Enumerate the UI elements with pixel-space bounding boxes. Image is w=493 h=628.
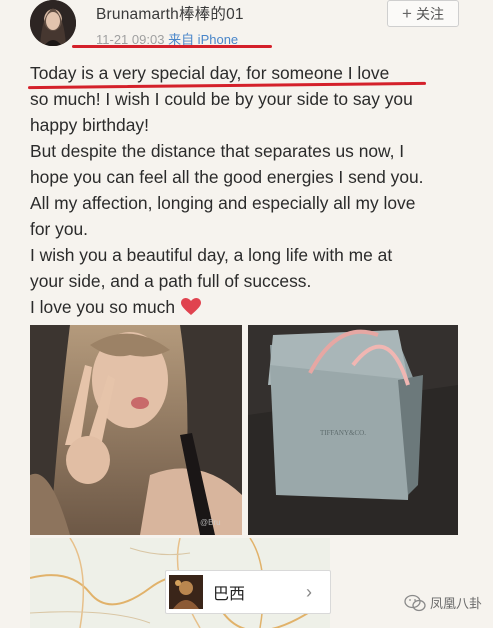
brand-name: 凤凰八卦 bbox=[430, 596, 483, 611]
plus-icon: + bbox=[402, 4, 412, 23]
post-line-last: I love you so much bbox=[30, 294, 470, 323]
follow-button[interactable]: + 关注 bbox=[387, 0, 459, 27]
heart-icon bbox=[181, 297, 201, 323]
wechat-icon bbox=[404, 594, 426, 611]
chevron-right-icon: › bbox=[306, 581, 312, 602]
post-line: your side, and a path full of success. bbox=[30, 271, 312, 291]
location-label: 巴西 bbox=[213, 586, 246, 603]
username[interactable]: Brunamarth棒棒的01 bbox=[96, 2, 244, 24]
post-line: so much! I wish I could be by your side … bbox=[30, 89, 413, 109]
post-line: All my affection, longing and especially… bbox=[30, 193, 416, 213]
post-text: Today is a very special day, for someone… bbox=[30, 60, 470, 323]
post-line: I wish you a beautiful day, a long life … bbox=[30, 245, 393, 265]
post-line: hope you can feel all the good energies … bbox=[30, 167, 424, 187]
follow-label: 关注 bbox=[415, 5, 444, 22]
avatar[interactable] bbox=[30, 0, 76, 46]
post-line: for you. bbox=[30, 219, 88, 239]
meta-red-underline bbox=[72, 45, 272, 48]
bag-logo-text: TIFFANY&CO. bbox=[320, 429, 366, 437]
post-line: I love you so much bbox=[30, 297, 175, 317]
location-thumbnail bbox=[169, 575, 203, 609]
weibo-post: Brunamarth棒棒的01 11-21 09:03 来自 iPhone + … bbox=[0, 0, 493, 628]
post-line: happy birthday! bbox=[30, 115, 149, 135]
brand-watermark: 凤凰八卦 bbox=[404, 593, 482, 612]
post-line: But despite the distance that separates … bbox=[30, 141, 405, 161]
svg-text:@Bru: @Bru bbox=[200, 518, 221, 527]
location-card[interactable]: 巴西 › bbox=[165, 570, 331, 614]
photo-gift-bag[interactable]: TIFFANY&CO. bbox=[248, 325, 458, 535]
photo-selfie[interactable]: @Bru bbox=[30, 325, 242, 535]
